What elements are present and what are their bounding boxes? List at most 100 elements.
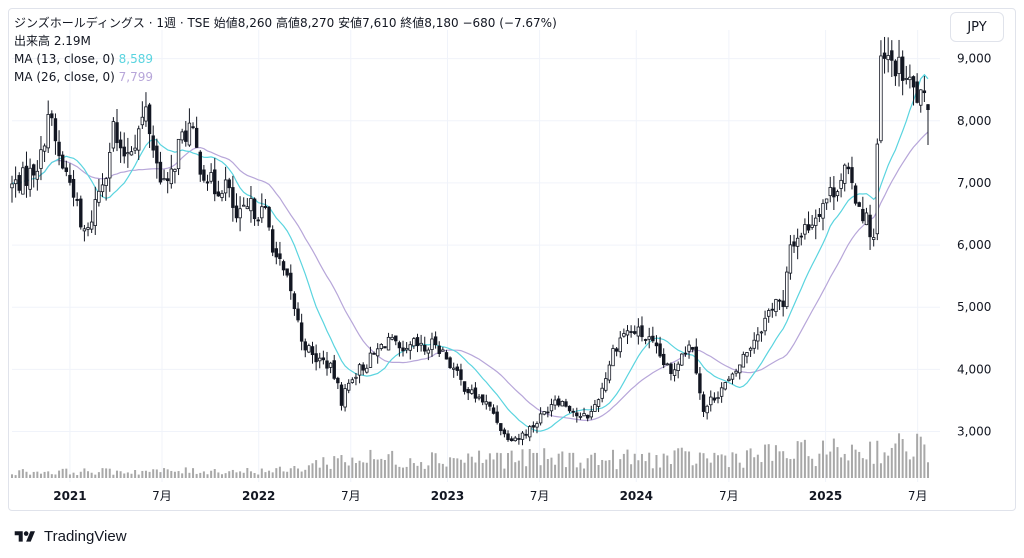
candle-body [21, 167, 25, 195]
x-tick-label: 7月 [152, 489, 172, 503]
candle [433, 331, 438, 349]
candle [281, 259, 286, 276]
candle [607, 360, 612, 384]
candle-body [386, 336, 391, 351]
candle-body [35, 170, 40, 180]
volume-bar [373, 459, 376, 478]
candle-body [861, 208, 865, 222]
candle [900, 50, 905, 96]
candle-body [470, 389, 474, 394]
candle [71, 170, 76, 207]
candle-body [242, 204, 246, 207]
candle-body [846, 166, 851, 170]
volume-bar [11, 474, 13, 478]
candle [643, 338, 648, 345]
candle [194, 116, 199, 148]
volume-bar [25, 471, 28, 478]
candle [520, 431, 525, 446]
candle-body [176, 138, 181, 170]
candle [17, 172, 21, 194]
candle [242, 197, 246, 207]
candle-body [39, 149, 43, 169]
candle-body [792, 241, 796, 247]
candle-body [379, 344, 383, 349]
currency-button[interactable]: JPY [950, 12, 1004, 42]
volume-bar [546, 459, 549, 478]
candle-body [165, 178, 170, 182]
candle-body [806, 224, 811, 231]
candle-body [560, 401, 565, 407]
volume-bar [575, 467, 578, 478]
candle-body [546, 411, 550, 414]
volume-bar [615, 469, 618, 478]
x-tick-label: 2021 [53, 489, 86, 503]
candle [560, 400, 565, 407]
volume-bar [18, 470, 21, 478]
candle [213, 158, 217, 202]
candle [238, 196, 242, 232]
candle [343, 383, 347, 412]
candle [738, 364, 742, 380]
candle-body [82, 228, 87, 232]
candle-body [462, 381, 467, 392]
candle-body [810, 224, 814, 228]
candle [795, 228, 800, 260]
volume-bar [177, 471, 180, 478]
candle-body [314, 353, 318, 363]
candle-body [589, 411, 593, 418]
candle-body [419, 342, 423, 346]
candle-body [890, 50, 894, 61]
candle [441, 347, 445, 352]
volume-bar [912, 456, 915, 478]
candle-body [781, 300, 785, 307]
candle [466, 387, 470, 401]
candle [680, 353, 684, 367]
candle-body [578, 415, 583, 418]
candle [694, 338, 698, 375]
candle-body [897, 56, 901, 74]
volume-bar [814, 466, 817, 478]
candle-body [115, 122, 119, 144]
candle-body [162, 178, 166, 181]
candle-body [658, 343, 662, 357]
ma13-legend[interactable]: MA (13, close, 0) 8,589 [14, 50, 557, 68]
candle-body [32, 164, 36, 176]
candle [748, 346, 753, 357]
candle [423, 336, 427, 355]
candle [785, 266, 789, 310]
volume-bar [720, 454, 723, 478]
volume-bar [800, 442, 803, 478]
volume-bar [307, 465, 310, 478]
candle [908, 64, 912, 89]
candle [614, 347, 619, 357]
candle-body [774, 299, 778, 312]
candle-body [564, 401, 568, 407]
candle-body [908, 76, 912, 81]
candle [318, 352, 322, 369]
ma26-legend[interactable]: MA (26, close, 0) 7,799 [14, 68, 557, 86]
candle-body [770, 308, 775, 311]
candle [75, 192, 79, 207]
candle-body [347, 382, 351, 391]
volume-bar [141, 470, 144, 478]
candle [267, 205, 271, 231]
candle [430, 332, 434, 357]
candle-body [296, 308, 300, 321]
candle [155, 138, 159, 179]
candle-body [513, 437, 517, 442]
candle [383, 346, 387, 349]
candle [658, 336, 662, 359]
tradingview-brand[interactable]: TradingView [12, 528, 127, 545]
ma26-value: 7,799 [118, 70, 153, 84]
candle-body [886, 55, 890, 61]
candle-body [915, 81, 919, 103]
x-axis: 2021 7月 2022 7月 2023 7月 2024 7月 2025 7月 [53, 489, 927, 503]
candle-body [158, 161, 163, 183]
volume-bar [325, 464, 328, 478]
candle-body [455, 366, 460, 371]
volume-bar [394, 464, 397, 478]
candle-body [430, 338, 434, 350]
volume-bar [793, 458, 796, 478]
candle [339, 382, 344, 411]
volume-bar [438, 463, 441, 478]
